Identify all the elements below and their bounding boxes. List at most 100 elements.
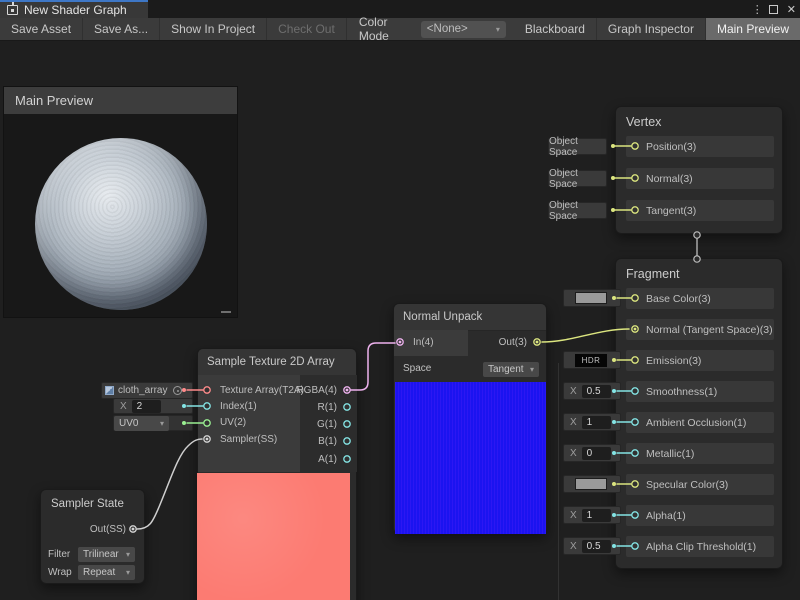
specular-color-swatch[interactable] — [563, 475, 621, 493]
graph-inspector-button[interactable]: Graph Inspector — [597, 18, 706, 40]
position-space-pill[interactable]: Object Space — [548, 138, 607, 155]
x-label: X — [570, 386, 577, 397]
x-label: X — [570, 448, 577, 459]
input-label-texture-array: Texture Array(T2A) — [220, 385, 304, 396]
fragment-row-metallic[interactable]: Metallic(1) — [626, 443, 774, 464]
wrap-value: Repeat — [83, 567, 115, 578]
normal-unpack-title: Normal Unpack — [394, 304, 546, 331]
save-asset-button[interactable]: Save Asset — [0, 18, 83, 40]
close-icon[interactable]: ✕ — [787, 3, 796, 16]
vertex-row-position[interactable]: Position(3) — [626, 136, 774, 157]
sampler-state-node[interactable]: Sampler State Out(SS) Filter Trilinear ▾… — [40, 489, 145, 584]
number-input[interactable]: 0.5 — [582, 385, 611, 398]
input-label-sampler: Sampler(SS) — [220, 434, 277, 445]
maximize-icon[interactable] — [769, 5, 778, 14]
color-swatch — [575, 478, 607, 490]
toolbar: Save Asset Save As... Show In Project Ch… — [0, 18, 800, 41]
hdr-color-swatch: HDR — [575, 354, 607, 367]
input-label-uv: UV(2) — [220, 417, 246, 428]
color-swatch — [575, 292, 607, 304]
main-preview-title: Main Preview — [15, 93, 93, 108]
vertex-row-normal[interactable]: Normal(3) — [626, 168, 774, 189]
fragment-row-smoothness[interactable]: Smoothness(1) — [626, 381, 774, 402]
row-label: Specular Color(3) — [646, 479, 728, 491]
fragment-row-alpha[interactable]: Alpha(1) — [626, 505, 774, 526]
space-value: Tangent — [488, 364, 524, 375]
blackboard-button[interactable]: Blackboard — [514, 18, 597, 40]
row-label: Normal (Tangent Space)(3) — [646, 324, 773, 336]
filter-label: Filter — [48, 549, 70, 560]
input-label-index: Index(1) — [220, 401, 257, 412]
main-preview-header[interactable]: Main Preview — [4, 87, 237, 114]
row-label: Alpha Clip Threshold(1) — [646, 541, 756, 553]
main-preview-button[interactable]: Main Preview — [706, 18, 800, 40]
texture-array-icon — [105, 386, 114, 395]
number-input[interactable]: 1 — [582, 416, 611, 429]
chevron-down-icon: ▾ — [160, 419, 164, 428]
index-field[interactable]: X 2 — [113, 398, 193, 414]
ambient-occlusion-field[interactable]: X 1 — [563, 413, 621, 431]
save-as-button[interactable]: Save As... — [83, 18, 160, 40]
row-label: Smoothness(1) — [646, 386, 717, 398]
graph-canvas[interactable]: Main Preview Vertex Position(3) Normal(3… — [0, 41, 800, 600]
show-in-project-button[interactable]: Show In Project — [160, 18, 267, 40]
check-out-button: Check Out — [267, 18, 347, 40]
fragment-row-base-color[interactable]: Base Color(3) — [626, 288, 774, 309]
output-label-g: G(1) — [317, 419, 337, 430]
row-label: Base Color(3) — [646, 293, 711, 305]
fragment-row-normal[interactable]: Normal (Tangent Space)(3) — [626, 319, 774, 340]
space-label: Space — [403, 363, 431, 374]
tangent-space-pill[interactable]: Object Space — [548, 202, 607, 219]
normal-space-pill[interactable]: Object Space — [548, 170, 607, 187]
base-color-swatch[interactable] — [563, 289, 621, 307]
vertex-node[interactable]: Vertex Position(3) Normal(3) Tangent(3) — [615, 106, 783, 234]
metallic-field[interactable]: X 0 — [563, 444, 621, 462]
number-input[interactable]: 1 — [582, 509, 611, 522]
fragment-row-specular-color[interactable]: Specular Color(3) — [626, 474, 774, 495]
sample-node-title: Sample Texture 2D Array — [198, 349, 356, 376]
chevron-down-icon: ▾ — [126, 550, 130, 559]
emission-hdr-swatch[interactable]: HDR — [563, 351, 621, 369]
texture-name: cloth_array — [118, 385, 167, 396]
color-mode-dropdown[interactable]: <None> ▾ — [421, 21, 506, 38]
object-picker-icon[interactable] — [173, 386, 182, 395]
tab-new-shader-graph[interactable]: New Shader Graph — [0, 0, 148, 18]
alpha-field[interactable]: X 1 — [563, 506, 621, 524]
row-label: Emission(3) — [646, 355, 701, 367]
row-label: Tangent(3) — [646, 205, 696, 217]
color-mode-label: Color Mode — [347, 18, 421, 40]
texture-array-object-field[interactable]: cloth_array — [101, 382, 193, 399]
kebab-menu-icon[interactable]: ⋮ — [752, 3, 760, 16]
fragment-node[interactable]: Fragment Base Color(3) Normal (Tangent S… — [615, 258, 783, 569]
color-mode-value: <None> — [427, 23, 468, 35]
space-dropdown[interactable]: Tangent ▾ — [483, 362, 539, 377]
smoothness-field[interactable]: X 0.5 — [563, 382, 621, 400]
uv-value: UV0 — [119, 418, 138, 429]
out-label: Out(3) — [499, 337, 527, 348]
fragment-row-emission[interactable]: Emission(3) — [626, 350, 774, 371]
number-input[interactable]: 0 — [582, 447, 611, 460]
resize-handle[interactable] — [221, 311, 231, 313]
alpha-clip-field[interactable]: X 0.5 — [563, 537, 621, 555]
filter-dropdown[interactable]: Trilinear ▾ — [78, 547, 135, 562]
x-label: X — [120, 401, 127, 412]
shader-graph-window: New Shader Graph ⋮ ✕ Save Asset Save As.… — [0, 0, 800, 600]
fragment-row-ambient-occlusion[interactable]: Ambient Occlusion(1) — [626, 412, 774, 433]
shader-graph-asset-icon — [7, 5, 18, 15]
window-controls: ⋮ ✕ — [752, 0, 796, 18]
output-label-a: A(1) — [318, 454, 337, 465]
row-label: Alpha(1) — [646, 510, 686, 522]
row-label: Metallic(1) — [646, 448, 694, 460]
row-label: Ambient Occlusion(1) — [646, 417, 746, 429]
binding-label: Object Space — [549, 200, 606, 222]
row-label: Position(3) — [646, 141, 696, 153]
vertex-row-tangent[interactable]: Tangent(3) — [626, 200, 774, 221]
main-preview-panel[interactable]: Main Preview — [3, 86, 238, 318]
wrap-dropdown[interactable]: Repeat ▾ — [78, 565, 135, 580]
fragment-node-title: Fragment — [616, 259, 782, 287]
uv-channel-dropdown[interactable]: UV0 ▾ — [114, 416, 169, 431]
fragment-row-alpha-clip[interactable]: Alpha Clip Threshold(1) — [626, 536, 774, 557]
chevron-down-icon: ▾ — [530, 365, 534, 374]
number-input[interactable]: 0.5 — [582, 540, 611, 553]
number-input[interactable]: 2 — [132, 400, 161, 413]
